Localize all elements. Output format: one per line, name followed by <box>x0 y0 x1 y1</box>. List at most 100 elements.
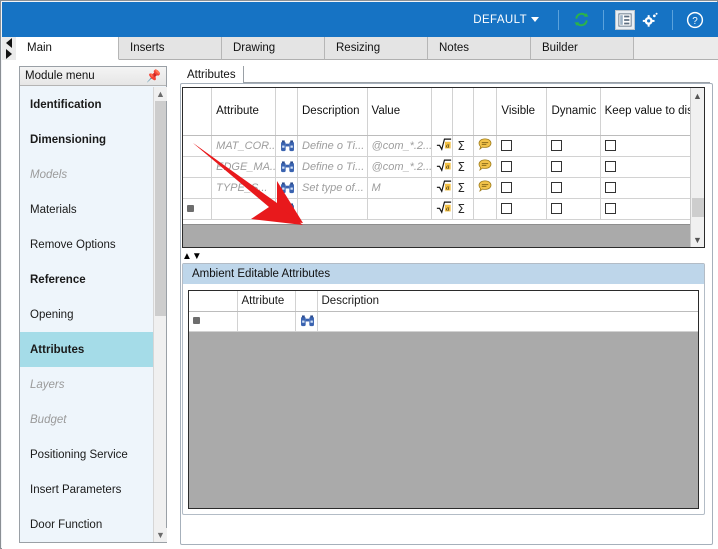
table-row[interactable]: EDGE_MA... Define o Ti... @com_*.2... a … <box>183 156 704 178</box>
cell-attribute[interactable] <box>211 198 276 220</box>
cell-keep-value-checkbox[interactable] <box>600 156 704 178</box>
table-row[interactable]: MAT_COR... Define o Ti... @com_*.2... a … <box>183 135 704 157</box>
table-row[interactable]: TYPE_S... Set type of... M a Σ <box>183 177 704 199</box>
checkbox[interactable] <box>604 140 616 152</box>
scrollbar-thumb[interactable] <box>155 101 166 316</box>
sidebar-item-models[interactable]: Models <box>20 157 153 192</box>
cell-visible-checkbox[interactable] <box>496 135 548 157</box>
comment-icon[interactable] <box>473 156 498 178</box>
tab-main[interactable]: Main <box>16 37 119 60</box>
chevron-up-icon[interactable]: ▲ <box>691 88 704 103</box>
binoculars-icon[interactable] <box>275 177 299 199</box>
cell-attribute[interactable]: MAT_COR... <box>211 135 276 157</box>
cell-visible-checkbox[interactable] <box>496 198 548 220</box>
chevron-down-icon[interactable]: ▼ <box>691 232 704 247</box>
cell-value[interactable]: @com_*.2... <box>367 156 432 178</box>
cell-value[interactable]: M <box>367 177 432 199</box>
ambient-attributes-grid[interactable]: Attribute Description <box>188 290 699 509</box>
col-header-attribute[interactable]: Attribute <box>211 88 276 136</box>
cell-description[interactable] <box>317 311 698 332</box>
sum-icon[interactable]: Σ <box>452 135 474 157</box>
col-header-comment[interactable] <box>473 88 498 136</box>
comment-icon[interactable] <box>473 177 498 199</box>
col-header-dynamic[interactable]: Dynamic <box>546 88 601 136</box>
cell-description[interactable]: Define o Ti... <box>297 156 368 178</box>
sqrt-formula-icon[interactable]: a <box>431 198 454 220</box>
cell-keep-value-checkbox[interactable] <box>600 198 704 220</box>
refresh-icon[interactable] <box>570 9 592 31</box>
checkbox[interactable] <box>501 140 513 152</box>
sidebar-item-materials[interactable]: Materials <box>20 192 153 227</box>
cell-description[interactable] <box>297 198 368 220</box>
col-header-formula[interactable] <box>431 88 454 136</box>
cell-description[interactable]: Set type of... <box>297 177 368 199</box>
sidebar-item-attributes[interactable]: Attributes <box>20 332 153 367</box>
checkbox[interactable] <box>501 161 513 173</box>
chevron-down-icon[interactable]: ▼ <box>154 528 167 542</box>
sqrt-formula-icon[interactable]: a <box>431 177 454 199</box>
checkbox[interactable] <box>604 161 616 173</box>
tab-notes[interactable]: Notes <box>428 37 531 60</box>
chevron-down-icon[interactable] <box>531 17 539 22</box>
checkbox[interactable] <box>501 182 513 194</box>
col-header-rowmark[interactable] <box>183 88 213 136</box>
sidebar-item-positioning-service[interactable]: Positioning Service <box>20 437 153 472</box>
scrollbar-thumb[interactable] <box>692 198 704 217</box>
tab-drawing[interactable]: Drawing <box>222 37 325 60</box>
sum-icon[interactable]: Σ <box>452 156 474 178</box>
cell-value[interactable] <box>367 198 432 220</box>
sidebar-item-insert-parameters[interactable]: Insert Parameters <box>20 472 153 507</box>
col-header-value[interactable]: Value <box>367 88 432 136</box>
tab-inserts[interactable]: Inserts <box>119 37 222 60</box>
binoculars-icon[interactable] <box>295 311 318 332</box>
tab-builder[interactable]: Builder <box>531 37 634 60</box>
cell-attribute[interactable] <box>237 311 296 332</box>
cell-value[interactable]: @com_*.2... <box>367 135 432 157</box>
sidebar-item-remove-options[interactable]: Remove Options <box>20 227 153 262</box>
col-header-rowmark[interactable] <box>189 291 238 312</box>
col-header-attribute[interactable]: Attribute <box>237 291 296 312</box>
cell-attribute[interactable]: EDGE_MA... <box>211 156 276 178</box>
col-header-search[interactable] <box>295 291 318 312</box>
settings-gear-icon[interactable] <box>639 9 661 31</box>
scroll-right-icon[interactable] <box>6 49 12 59</box>
cell-keep-value-checkbox[interactable] <box>600 135 704 157</box>
cell-attribute[interactable]: TYPE_S... <box>211 177 276 199</box>
binoculars-icon[interactable] <box>275 135 299 157</box>
col-header-description[interactable]: Description <box>317 291 698 312</box>
splitter-up-icon[interactable]: ▲ <box>182 251 192 262</box>
sidebar-item-dimensioning[interactable]: Dimensioning <box>20 122 153 157</box>
tab-scroll-arrows[interactable] <box>2 37 16 60</box>
col-header-visible[interactable]: Visible <box>496 88 548 136</box>
checkbox[interactable] <box>604 203 616 215</box>
cell-dynamic-checkbox[interactable] <box>546 177 601 199</box>
checkbox[interactable] <box>551 203 563 215</box>
col-header-search[interactable] <box>275 88 299 136</box>
cell-keep-value-checkbox[interactable] <box>600 177 704 199</box>
binoculars-icon[interactable] <box>275 156 299 178</box>
col-header-sum[interactable] <box>452 88 474 136</box>
tab-resizing[interactable]: Resizing <box>325 37 428 60</box>
table-row-new[interactable]: a Σ <box>183 198 704 220</box>
col-header-keep-value[interactable]: Keep value to disassociate <box>600 88 704 136</box>
sidebar-item-budget[interactable]: Budget <box>20 402 153 437</box>
grid-vertical-scrollbar[interactable]: ▲ ▼ <box>690 88 704 247</box>
cell-visible-checkbox[interactable] <box>496 156 548 178</box>
sidebar-item-identification[interactable]: Identification <box>20 87 153 122</box>
sum-icon[interactable]: Σ <box>452 177 474 199</box>
checkbox[interactable] <box>551 182 563 194</box>
table-row-new[interactable] <box>189 311 698 332</box>
module-menu-list[interactable]: Identification Dimensioning Models Mater… <box>20 87 166 542</box>
sqrt-formula-icon[interactable]: a <box>431 135 454 157</box>
cell-dynamic-checkbox[interactable] <box>546 135 601 157</box>
checkbox[interactable] <box>551 140 563 152</box>
list-view-icon[interactable] <box>615 9 635 30</box>
sidebar-item-opening[interactable]: Opening <box>20 297 153 332</box>
attributes-grid[interactable]: Attribute Description Value Visible Dyna… <box>182 87 705 248</box>
checkbox[interactable] <box>604 182 616 194</box>
pin-icon[interactable]: 📌 <box>146 70 161 82</box>
splitter-down-icon[interactable]: ▼ <box>192 251 202 262</box>
checkbox[interactable] <box>501 203 513 215</box>
sqrt-formula-icon[interactable]: a <box>431 156 454 178</box>
chevron-up-icon[interactable]: ▲ <box>154 87 167 101</box>
